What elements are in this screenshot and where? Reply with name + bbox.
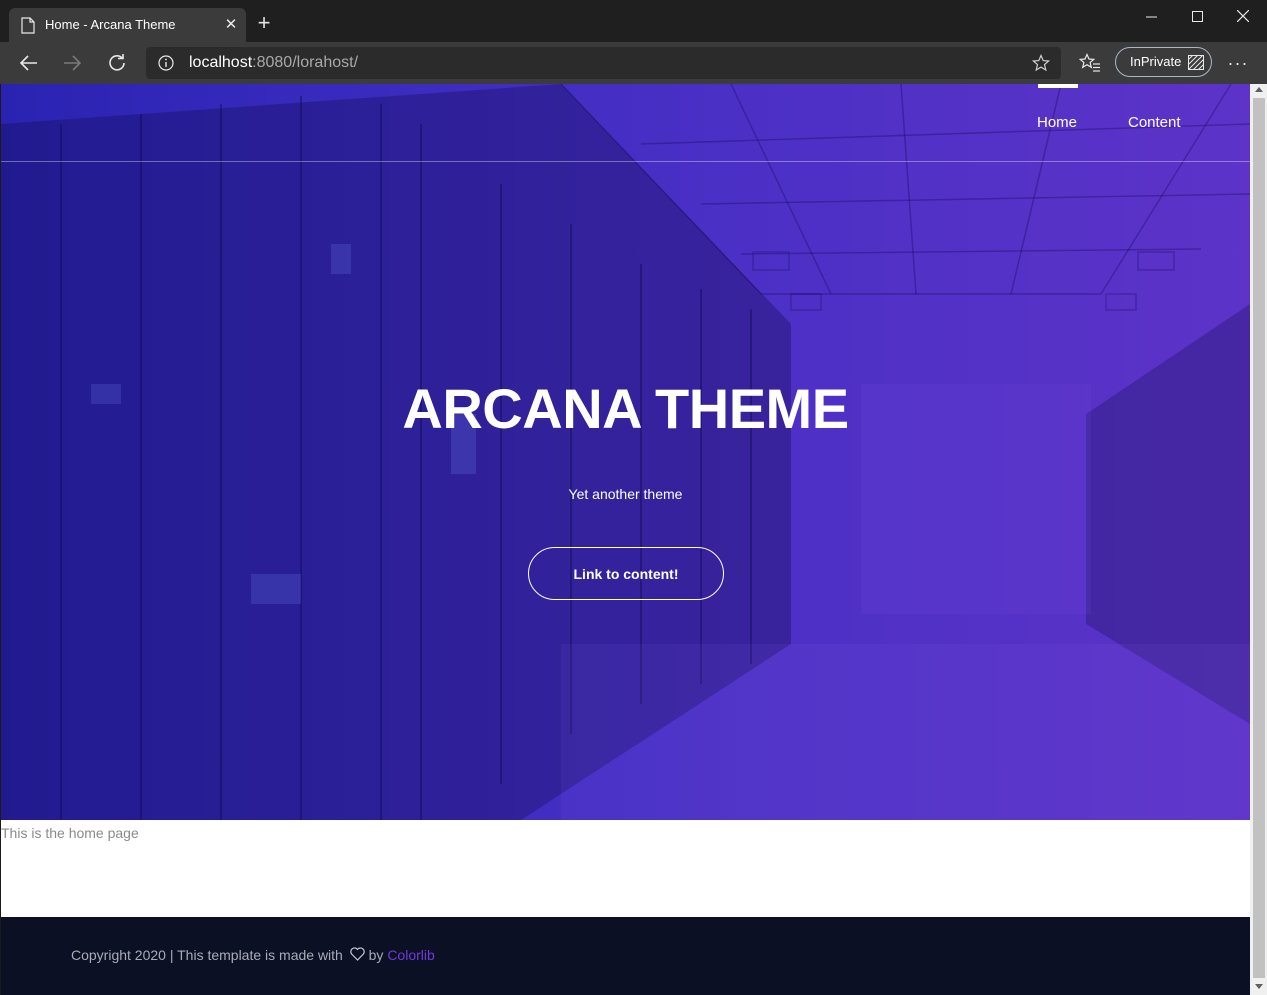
page-viewport: Home Content ARCANA THEME Yet another th… bbox=[0, 84, 1267, 995]
home-page-text: This is the home page bbox=[1, 825, 139, 841]
favorites-icon[interactable] bbox=[1078, 53, 1101, 73]
close-tab-icon[interactable]: ✕ bbox=[223, 17, 239, 33]
new-tab-icon[interactable]: + bbox=[253, 12, 275, 34]
colorlib-link[interactable]: Colorlib bbox=[387, 947, 434, 963]
hero-subtitle: Yet another theme bbox=[568, 486, 683, 502]
refresh-icon[interactable] bbox=[103, 49, 131, 77]
footer-text-by: by bbox=[364, 947, 388, 963]
url-path: :8080/lorahost/ bbox=[252, 54, 359, 71]
browser-toolbar: localhost:8080/lorahost/ InPrivate ··· bbox=[0, 42, 1267, 84]
nav-link-content[interactable]: Content bbox=[1128, 114, 1181, 131]
maximize-icon[interactable] bbox=[1174, 0, 1220, 32]
vertical-scrollbar[interactable] bbox=[1250, 84, 1267, 995]
inprivate-button[interactable]: InPrivate bbox=[1115, 47, 1212, 77]
header-divider bbox=[1, 161, 1250, 162]
back-icon[interactable] bbox=[15, 49, 43, 77]
active-nav-indicator bbox=[1038, 84, 1078, 88]
tab-title: Home - Arcana Theme bbox=[45, 17, 176, 32]
nav-link-home[interactable]: Home bbox=[1037, 114, 1077, 131]
address-bar[interactable]: localhost:8080/lorahost/ bbox=[146, 47, 1061, 79]
footer-text-before: Copyright 2020 | This template is made w… bbox=[71, 947, 347, 963]
footer: Copyright 2020 | This template is made w… bbox=[1, 917, 1250, 995]
forward-icon[interactable] bbox=[58, 49, 86, 77]
inprivate-label: InPrivate bbox=[1130, 54, 1182, 69]
scroll-up-arrow-icon[interactable] bbox=[1255, 87, 1263, 92]
add-favorite-star-icon[interactable] bbox=[1031, 53, 1051, 72]
hero-section: Home Content ARCANA THEME Yet another th… bbox=[1, 84, 1250, 820]
hero-title: ARCANA THEME bbox=[402, 377, 849, 440]
minimize-icon[interactable] bbox=[1128, 0, 1174, 32]
heart-icon bbox=[349, 947, 365, 961]
scroll-down-arrow-icon[interactable] bbox=[1255, 984, 1263, 989]
url-host: localhost bbox=[189, 54, 253, 71]
scrollbar-thumb[interactable] bbox=[1253, 98, 1265, 978]
inprivate-icon bbox=[1187, 54, 1205, 71]
info-icon[interactable] bbox=[158, 55, 174, 71]
footer-copyright: Copyright 2020 | This template is made w… bbox=[71, 947, 435, 963]
server-room-background-image bbox=[1, 84, 1250, 820]
browser-titlebar: Home - Arcana Theme ✕ + bbox=[0, 0, 1267, 42]
url-text[interactable]: localhost:8080/lorahost/ bbox=[189, 54, 358, 72]
close-window-icon[interactable] bbox=[1220, 0, 1266, 32]
web-page: Home Content ARCANA THEME Yet another th… bbox=[1, 84, 1250, 995]
browser-tab[interactable]: Home - Arcana Theme ✕ bbox=[9, 8, 246, 42]
link-to-content-button[interactable]: Link to content! bbox=[528, 547, 724, 600]
document-icon bbox=[21, 17, 35, 34]
more-options-icon[interactable]: ··· bbox=[1226, 53, 1250, 73]
